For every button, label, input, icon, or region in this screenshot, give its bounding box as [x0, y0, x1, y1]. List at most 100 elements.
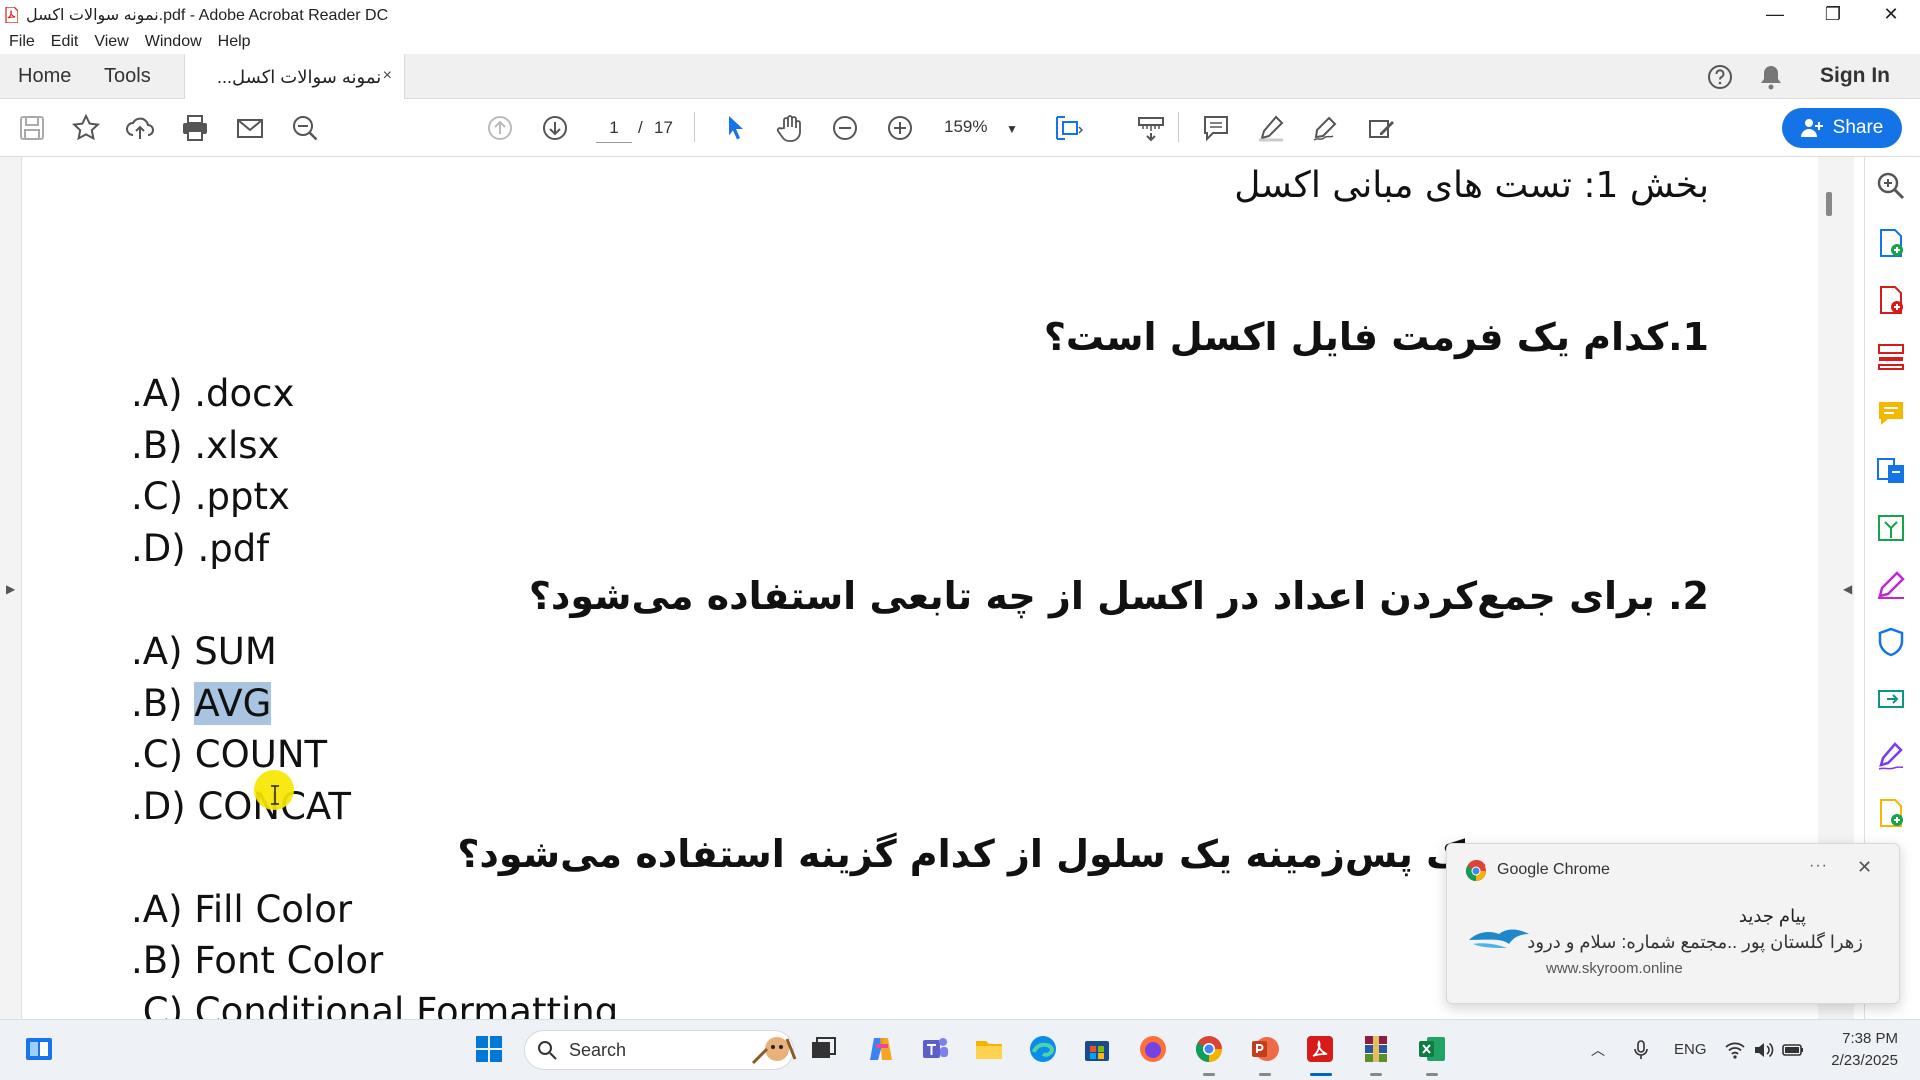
- battery-icon[interactable]: [1782, 1039, 1804, 1061]
- more-tools-icon[interactable]: [1875, 797, 1907, 829]
- tab-document[interactable]: نمونه سوالات اکسل... ×: [184, 54, 405, 100]
- question-3-option-b: .B) Font Color: [131, 939, 384, 982]
- hand-tool-icon[interactable]: [774, 112, 806, 144]
- page-total: 17: [654, 118, 673, 137]
- acrobat-file-icon: [5, 6, 18, 23]
- expand-left-panel-icon[interactable]: ▶: [6, 582, 15, 596]
- next-page-icon[interactable]: [539, 112, 571, 144]
- notification-url: www.skyroom.online: [1546, 960, 1683, 977]
- chrome-taskbar-icon[interactable]: [1194, 1034, 1224, 1064]
- scrollbar-thumb[interactable]: [1826, 192, 1832, 216]
- copilot-icon[interactable]: [866, 1034, 896, 1064]
- save-icon[interactable]: [16, 112, 48, 144]
- microsoft-store-icon[interactable]: [1082, 1034, 1112, 1064]
- fill-sign-panel-icon[interactable]: [1875, 569, 1907, 601]
- previous-page-icon[interactable]: [484, 112, 516, 144]
- acrobat-taskbar-icon[interactable]: [1305, 1034, 1335, 1064]
- protect-shield-icon[interactable]: [1875, 626, 1907, 658]
- add-person-icon: [1800, 119, 1823, 137]
- notification-close-icon[interactable]: ✕: [1857, 857, 1872, 878]
- powerpoint-running-indicator: [1259, 1073, 1271, 1076]
- clock-date[interactable]: 2/23/2025: [1822, 1052, 1898, 1069]
- chrome-running-indicator: [1203, 1073, 1215, 1076]
- volume-icon[interactable]: [1752, 1039, 1774, 1061]
- menu-bar: File Edit View Window Help: [0, 29, 1920, 54]
- collapse-right-panel-icon[interactable]: ◀: [1843, 582, 1852, 596]
- sign-in-link[interactable]: Sign In: [1820, 64, 1890, 88]
- file-explorer-icon[interactable]: [974, 1034, 1004, 1064]
- notification-app-name: Google Chrome: [1497, 861, 1610, 878]
- zoom-level-select[interactable]: 159%: [944, 117, 987, 137]
- close-window-button[interactable]: ✕: [1862, 0, 1920, 29]
- taskbar-search-box[interactable]: Search: [524, 1030, 797, 1070]
- question-1-option-b: .B) .xlsx: [131, 424, 280, 467]
- search-zoom-icon[interactable]: [1875, 170, 1907, 202]
- notification-more-icon[interactable]: ···: [1809, 857, 1828, 875]
- close-tab-icon[interactable]: ×: [383, 67, 392, 85]
- zoom-dropdown-icon[interactable]: ▼: [1006, 122, 1018, 136]
- email-icon[interactable]: [234, 112, 266, 144]
- comment-panel-icon[interactable]: [1875, 398, 1907, 430]
- microphone-icon[interactable]: [1630, 1039, 1652, 1061]
- excel-icon[interactable]: [1417, 1034, 1447, 1064]
- question-1-option-d: .D) .pdf: [131, 527, 270, 570]
- zoom-in-icon[interactable]: [884, 112, 916, 144]
- zoom-out-icon[interactable]: [829, 112, 861, 144]
- text-cursor-icon: [271, 785, 279, 805]
- highlight-pen-icon[interactable]: [1255, 112, 1287, 144]
- notifications-bell-icon[interactable]: [1760, 64, 1782, 90]
- upload-cloud-icon[interactable]: [124, 112, 156, 144]
- winrar-icon[interactable]: [1361, 1034, 1391, 1064]
- menu-window[interactable]: Window: [145, 33, 202, 51]
- edge-browser-icon[interactable]: [1028, 1034, 1058, 1064]
- chrome-icon: [1465, 860, 1486, 882]
- bookmark-star-icon[interactable]: [70, 112, 102, 144]
- powerpoint-icon[interactable]: [1250, 1034, 1280, 1064]
- maximize-button[interactable]: ❐: [1804, 0, 1862, 29]
- input-language[interactable]: ENG: [1674, 1041, 1707, 1058]
- print-icon[interactable]: [179, 112, 211, 144]
- fill-sign-icon[interactable]: [1365, 112, 1397, 144]
- search-placeholder: Search: [569, 1039, 627, 1060]
- acrobat-window: نمونه سوالات اکسل.pdf - Adobe Acrobat Re…: [0, 0, 1920, 1080]
- excel-running-indicator: [1426, 1073, 1438, 1076]
- export-pdf-icon[interactable]: [1875, 227, 1907, 259]
- minimize-button[interactable]: —: [1746, 0, 1804, 29]
- clock-time[interactable]: 7:38 PM: [1822, 1030, 1898, 1047]
- page-number-input[interactable]: 1: [596, 113, 632, 143]
- organize-pages-icon[interactable]: [1875, 341, 1907, 373]
- document-tab-label: نمونه سوالات اکسل...: [217, 66, 382, 87]
- menu-file[interactable]: File: [9, 33, 35, 51]
- comment-icon[interactable]: [1200, 112, 1232, 144]
- select-cursor-icon[interactable]: [719, 112, 751, 144]
- scan-ocr-icon[interactable]: [1875, 455, 1907, 487]
- teams-icon[interactable]: [920, 1034, 950, 1064]
- widgets-icon[interactable]: [24, 1034, 54, 1064]
- chrome-notification[interactable]: Google Chrome ··· ✕ پیام جدید زهرا گلستا…: [1446, 843, 1900, 1004]
- draw-freehand-icon[interactable]: [1310, 112, 1342, 144]
- tab-tools[interactable]: Tools: [104, 54, 151, 99]
- question-1-option-a: .A) .docx: [131, 372, 295, 415]
- fit-page-icon[interactable]: [1052, 112, 1084, 144]
- scroll-mode-icon[interactable]: [1135, 112, 1167, 144]
- send-review-icon[interactable]: [1875, 683, 1907, 715]
- wifi-icon[interactable]: [1724, 1039, 1746, 1061]
- notification-title: پیام جدید: [1738, 906, 1806, 926]
- share-button[interactable]: Share: [1782, 108, 1902, 148]
- tray-overflow-chevron-icon[interactable]: ︿: [1591, 1040, 1605, 1060]
- help-icon[interactable]: [1707, 64, 1733, 90]
- menu-view[interactable]: View: [94, 33, 128, 51]
- compress-pdf-icon[interactable]: [1875, 512, 1907, 544]
- question-2-title: 2. برای جمع‌کردن اعداد در اکسل از چه تاب…: [528, 574, 1709, 618]
- section-title: بخش 1: تست های مبانی اکسل: [1234, 165, 1709, 206]
- selected-text-avg[interactable]: AVG: [194, 682, 272, 725]
- search-text-icon[interactable]: [289, 112, 321, 144]
- request-signature-icon[interactable]: [1875, 740, 1907, 772]
- tab-home[interactable]: Home: [18, 54, 71, 99]
- windows-start-icon[interactable]: [474, 1034, 504, 1064]
- task-view-icon[interactable]: [808, 1034, 838, 1064]
- menu-help[interactable]: Help: [218, 33, 251, 51]
- create-pdf-icon[interactable]: [1875, 284, 1907, 316]
- firefox-icon[interactable]: [1138, 1034, 1168, 1064]
- menu-edit[interactable]: Edit: [51, 33, 79, 51]
